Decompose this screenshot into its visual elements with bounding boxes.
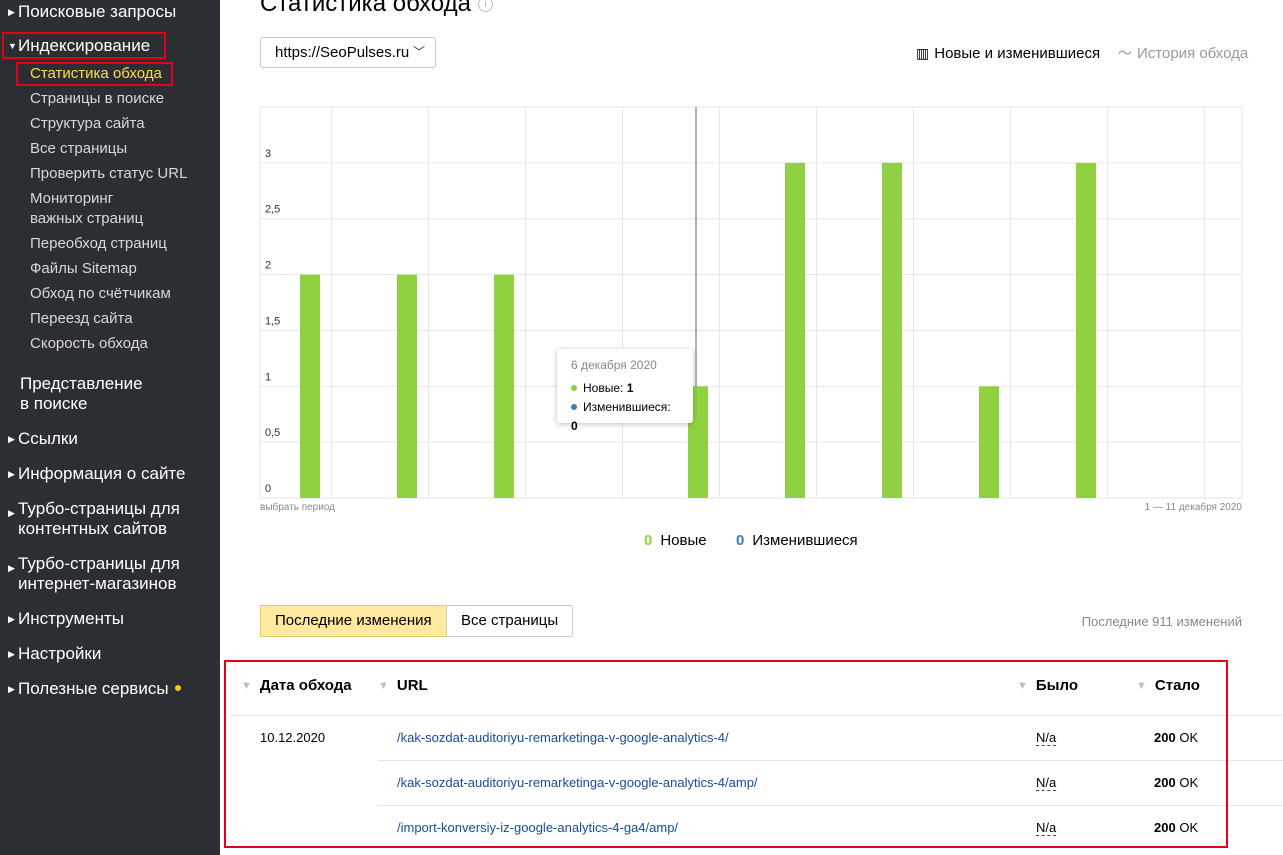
sub-pages-in-search[interactable]: Страницы в поиске	[30, 89, 164, 109]
tab-all-pages[interactable]: Все страницы	[446, 605, 574, 637]
nav-indexing[interactable]: ▼Индексирование	[8, 36, 150, 56]
col-date[interactable]: ▼ Дата обхода	[241, 677, 352, 694]
nav-turbo-content[interactable]: ▶ Турбо-страницы для контентных сайтов	[8, 499, 180, 539]
site-select[interactable]: https://SeoPulses.ru ﹀	[260, 37, 436, 68]
sub-counter-crawl[interactable]: Обход по счётчикам	[30, 284, 171, 304]
y-tick-label: 2,5	[265, 204, 280, 216]
bar-new	[397, 274, 417, 498]
filter-icon[interactable]: ▼	[1136, 680, 1147, 692]
y-tick-label: 0	[265, 483, 271, 495]
caret-right-icon: ▶	[8, 684, 15, 694]
y-tick-label: 1,5	[265, 315, 280, 327]
sub-recrawl[interactable]: Переобход страниц	[30, 234, 167, 254]
line-chart-icon: 〜	[1118, 45, 1132, 61]
row-date: 10.12.2020	[260, 730, 326, 745]
col-was[interactable]: ▼ Было	[1017, 677, 1078, 694]
sub-sitemap[interactable]: Файлы Sitemap	[30, 259, 137, 279]
tooltip-date: 6 декабря 2020	[571, 358, 657, 372]
site-select-value: https://SeoPulses.ru	[275, 44, 410, 61]
row-now: 200 OK	[1154, 775, 1199, 790]
filter-icon[interactable]: ▼	[378, 680, 389, 692]
caret-right-icon: ▶	[8, 649, 15, 659]
y-tick-label: 0,5	[265, 427, 280, 439]
col-now[interactable]: ▼ Стало	[1136, 677, 1200, 694]
sub-monitoring-line1: Мониторинг	[30, 190, 114, 207]
legend-changed[interactable]: 0 Изменившиеся	[736, 532, 858, 549]
select-period-link[interactable]: выбрать период	[260, 502, 335, 513]
view-new-changed[interactable]: ▥ Новые и изменившиеся	[916, 44, 1100, 63]
green-dot-icon	[571, 385, 577, 391]
nav-site-info[interactable]: ▶ Информация о сайте	[8, 464, 186, 484]
bar-new	[882, 162, 902, 498]
info-icon[interactable]: i	[478, 0, 493, 12]
row-url[interactable]: /kak-sozdat-auditoriyu-remarketinga-v-go…	[397, 730, 729, 746]
bar-new	[785, 162, 805, 498]
row-divider	[378, 760, 1283, 761]
sidebar: ▶ Поисковые запросы ▼Индексирование Стати…	[0, 0, 220, 855]
caret-right-icon: ▶	[8, 563, 15, 573]
caret-right-icon: ▶	[8, 614, 15, 624]
new-badge-dot	[174, 685, 181, 691]
sub-monitoring-line2: важных страниц	[30, 210, 144, 227]
plot-frame	[259, 106, 1243, 499]
nav-turbo-shops[interactable]: ▶ Турбо-страницы для интернет-магазинов	[8, 554, 180, 594]
nav-useful-services[interactable]: ▶ Полезные сервисы	[8, 679, 181, 699]
changes-count: Последние 911 изменений	[1081, 614, 1242, 629]
tooltip-new: Новые: 1	[571, 379, 679, 398]
nav-settings[interactable]: ▶ Настройки	[8, 644, 101, 664]
y-tick-label: 2	[265, 260, 271, 272]
sub-site-structure[interactable]: Структура сайта	[30, 114, 145, 134]
chart-tooltip: 6 декабря 2020 Новые: 1 Изменившиеся: 0	[557, 349, 693, 433]
row-now: 200 OK	[1154, 730, 1199, 745]
page-title: Статистика обхода	[260, 0, 471, 17]
col-url[interactable]: ▼ URL	[378, 677, 428, 694]
filter-icon[interactable]: ▼	[1017, 680, 1028, 692]
caret-right-icon: ▶	[8, 434, 15, 444]
tooltip-changed: Изменившиеся: 0	[571, 400, 671, 433]
sub-all-pages[interactable]: Все страницы	[30, 139, 127, 159]
caret-right-icon: ▶	[8, 7, 15, 17]
legend-new[interactable]: 0 Новые	[644, 532, 707, 549]
nav-tools[interactable]: ▶ Инструменты	[8, 609, 124, 629]
row-url[interactable]: /import-konversiy-iz-google-analytics-4-…	[397, 820, 678, 836]
sub-crawl-stats[interactable]: Статистика обхода	[30, 64, 162, 84]
bar-chart-icon: ▥	[916, 45, 930, 61]
nav-search-queries[interactable]: ▶ Поисковые запросы	[8, 2, 176, 22]
bar-new	[979, 386, 999, 498]
y-tick-label: 3	[265, 148, 271, 160]
chart-date-range: 1 — 11 декабря 2020	[1144, 502, 1242, 513]
row-divider	[378, 805, 1283, 806]
nav-search-appearance[interactable]: Представление в поиске	[20, 374, 143, 414]
view-crawl-history[interactable]: 〜 История обхода	[1118, 44, 1248, 63]
bar-new	[1076, 162, 1096, 498]
row-now: 200 OK	[1154, 820, 1199, 835]
caret-right-icon: ▶	[8, 508, 15, 518]
tab-recent-changes[interactable]: Последние изменения	[260, 605, 447, 637]
row-was: N/a	[1036, 820, 1057, 836]
bar-new	[300, 274, 320, 498]
sub-check-url[interactable]: Проверить статус URL	[30, 164, 187, 184]
row-url[interactable]: /kak-sozdat-auditoriyu-remarketinga-v-go…	[397, 775, 758, 791]
sub-site-move[interactable]: Переезд сайта	[30, 309, 133, 329]
chevron-down-icon: ﹀	[412, 45, 425, 59]
bar-new	[494, 274, 514, 498]
nav-links[interactable]: ▶ Ссылки	[8, 429, 78, 449]
row-was: N/a	[1036, 730, 1057, 746]
blue-dot-icon	[571, 404, 577, 410]
header-divider	[230, 715, 1283, 716]
y-tick-label: 1	[265, 371, 271, 383]
filter-icon[interactable]: ▼	[241, 680, 252, 692]
sub-monitoring[interactable]: Мониторинг важных страниц	[30, 189, 143, 229]
caret-right-icon: ▶	[8, 469, 15, 479]
row-was: N/a	[1036, 775, 1057, 791]
sub-crawl-speed[interactable]: Скорость обхода	[30, 334, 148, 354]
caret-down-icon: ▼	[8, 41, 17, 51]
